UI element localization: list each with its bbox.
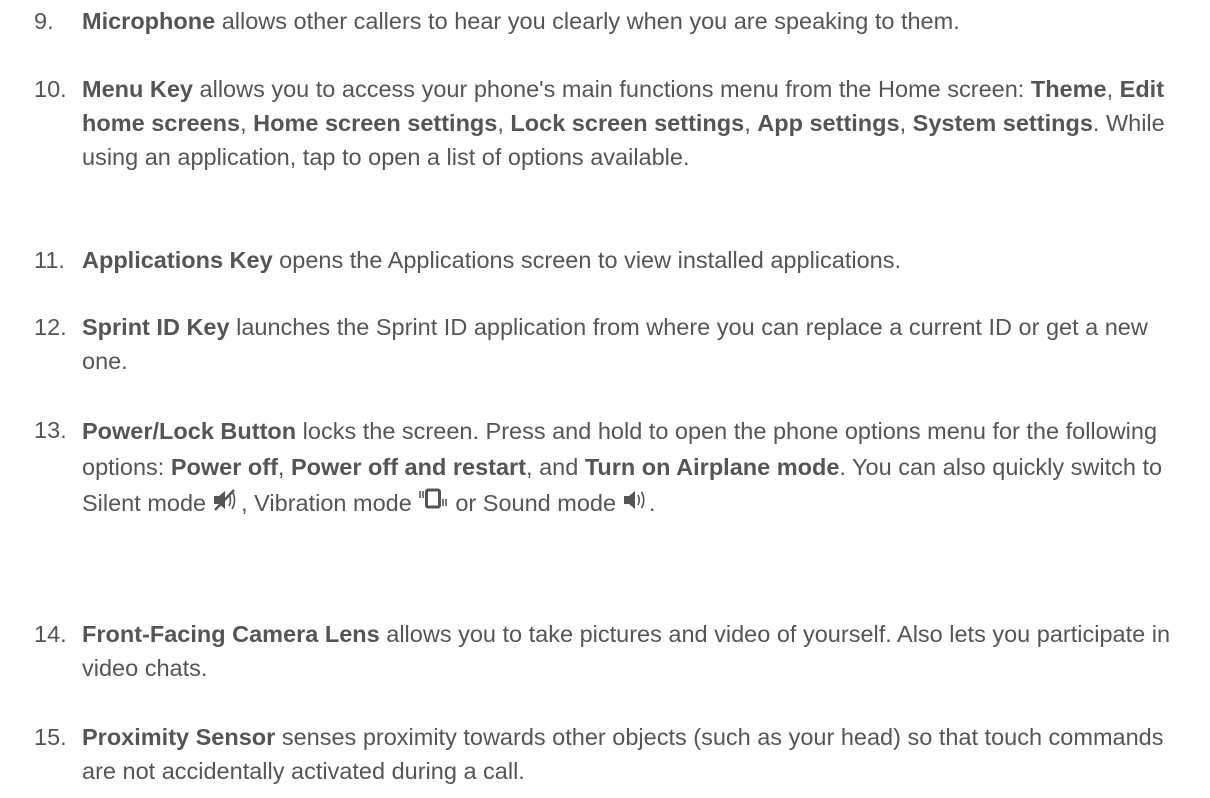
body-text: launches the Sprint ID application from … [82, 314, 1148, 374]
list-item-12: 12. Sprint ID Key launches the Sprint ID… [34, 310, 1186, 378]
body-text: , [277, 454, 291, 480]
bold-term: App settings [757, 110, 900, 136]
bold-term: Applications Key [82, 247, 273, 273]
item-number: 11. [34, 247, 65, 273]
item-number: 10. [34, 76, 67, 102]
bold-term: Sprint ID Key [82, 314, 230, 340]
body-text: , [1106, 76, 1120, 102]
body-text: , and [526, 454, 585, 480]
bold-term: Power/Lock Button [82, 418, 297, 444]
body-text: , Vibration mode [241, 490, 412, 516]
item-text: Front-Facing Camera Lens allows you to t… [82, 617, 1186, 685]
body-text: or Sound mode [448, 490, 617, 516]
item-number: 9. [34, 8, 54, 34]
item-number: 14. [34, 621, 67, 647]
sound-mode-icon [622, 486, 648, 522]
list-item-11: 11. Applications Key opens the Applicati… [34, 243, 1186, 277]
body-text: allows other callers to hear you clearly… [215, 8, 960, 34]
bold-term: System settings [912, 110, 1093, 136]
item-text: Applications Key opens the Applications … [82, 243, 1186, 277]
body-text: . [649, 490, 656, 516]
bold-term: Power off [170, 454, 278, 480]
bold-term: Front-Facing Camera Lens [82, 621, 380, 647]
document-page: 9. Microphone allows other callers to he… [0, 0, 1210, 798]
item-text: Menu Key allows you to access your phone… [82, 72, 1186, 174]
list-item-10: 10. Menu Key allows you to access your p… [34, 72, 1186, 174]
body-text: , [240, 110, 254, 136]
list-item-14: 14. Front-Facing Camera Lens allows you … [34, 617, 1186, 685]
body-text: , [899, 110, 913, 136]
bold-term: Menu Key [82, 76, 193, 102]
item-number: 13. [34, 417, 67, 443]
item-text: Power/Lock Button locks the screen. Pres… [82, 413, 1186, 522]
bold-term: Theme [1030, 76, 1107, 102]
bold-term: Microphone [82, 8, 216, 34]
vibration-mode-icon [418, 486, 448, 522]
list-item-9: 9. Microphone allows other callers to he… [34, 4, 1186, 38]
item-number: 15. [34, 724, 67, 750]
body-text: , [497, 110, 511, 136]
bold-term: Proximity Sensor [82, 724, 276, 750]
body-text: , [744, 110, 758, 136]
item-text: Sprint ID Key launches the Sprint ID app… [82, 310, 1186, 378]
item-text: Microphone allows other callers to hear … [82, 4, 1186, 38]
bold-term: Home screen settings [253, 110, 498, 136]
item-number: 12. [34, 314, 67, 340]
bold-term: Turn on Airplane mode [584, 454, 840, 480]
bold-term: Lock screen settings [510, 110, 745, 136]
item-text: Proximity Sensor senses proximity toward… [82, 720, 1186, 788]
bold-term: Power off and restart [290, 454, 527, 480]
list-item-13: 13. Power/Lock Button locks the screen. … [34, 413, 1186, 522]
body-text: opens the Applications screen to view in… [272, 247, 902, 273]
silent-mode-icon [212, 486, 240, 522]
list-item-15: 15. Proximity Sensor senses proximity to… [34, 720, 1186, 788]
body-text: allows you to access your phone's main f… [193, 76, 1031, 102]
